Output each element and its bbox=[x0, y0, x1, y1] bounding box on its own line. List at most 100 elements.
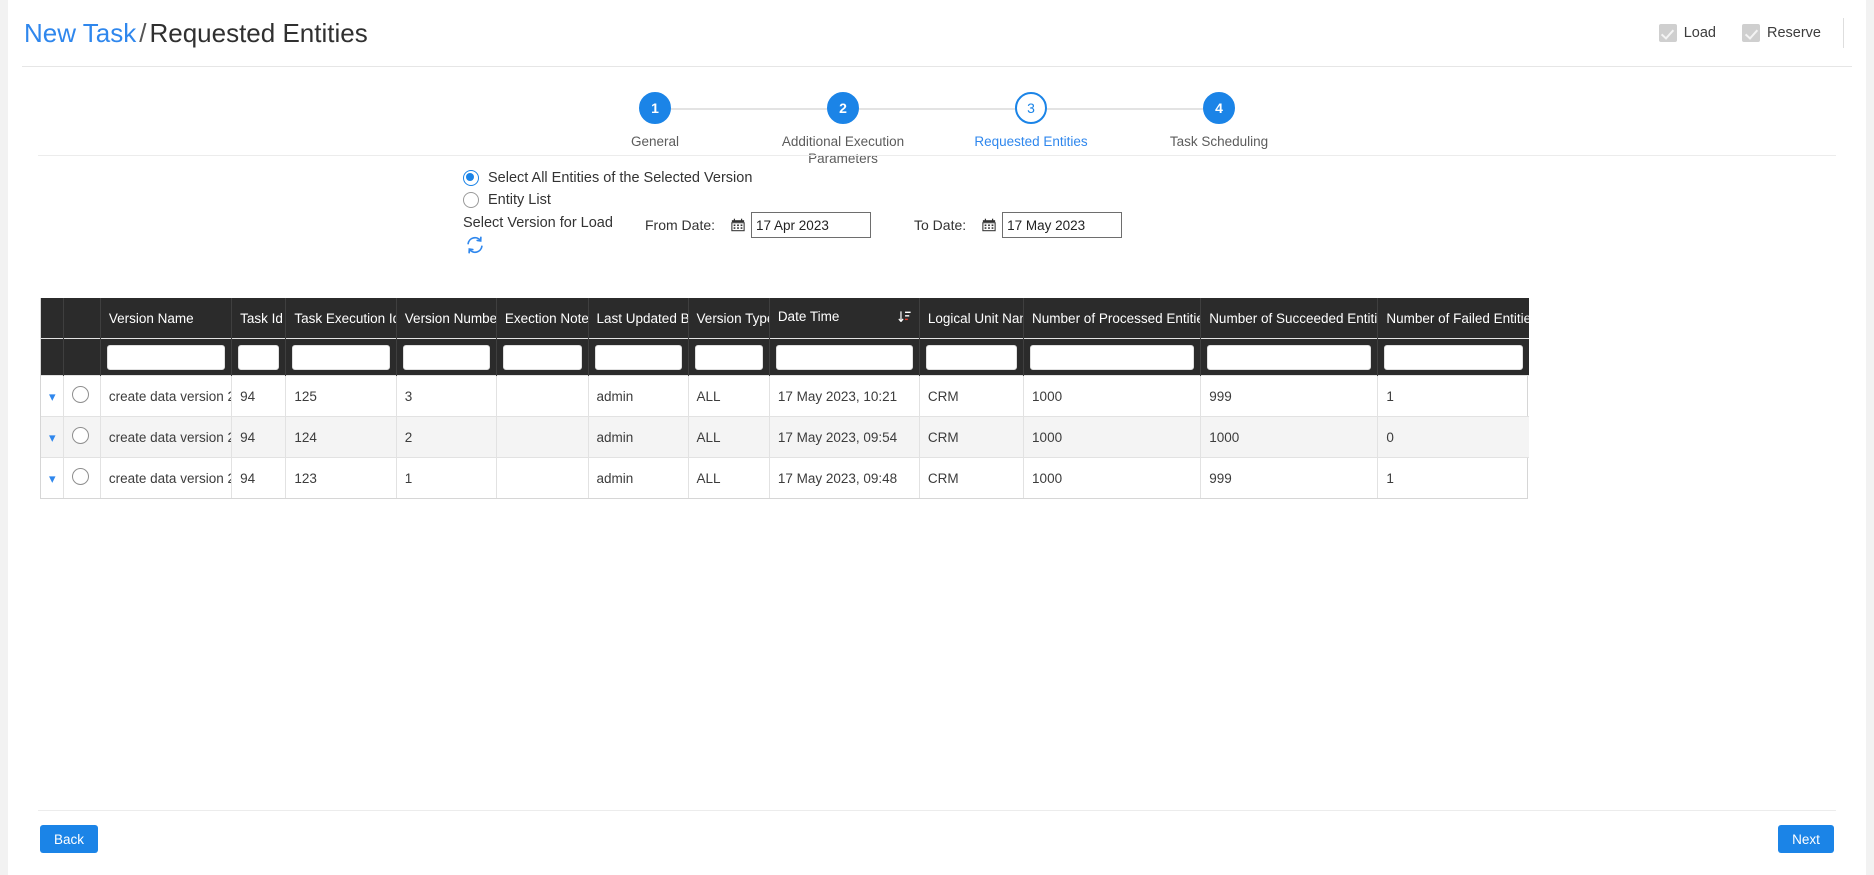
table-row[interactable]: ▾ create data version 2 94 124 2 admin ALL 17 M… bbox=[41, 416, 1529, 458]
filter-cell-exection_note bbox=[496, 338, 589, 376]
footer-rule bbox=[38, 810, 1836, 811]
page-header: New Task / Requested Entities Load Reserve bbox=[8, 0, 1866, 66]
filter-input-version_type[interactable] bbox=[694, 344, 763, 370]
cell-task_id: 94 bbox=[231, 375, 287, 417]
chevron-down-icon[interactable]: ▾ bbox=[49, 431, 56, 444]
column-header-version_number[interactable]: Version Number bbox=[396, 298, 497, 339]
table-row[interactable]: ▾ create data version 2 94 123 1 admin ALL 17 M… bbox=[41, 457, 1529, 498]
select-version-label: Select Version for Load bbox=[463, 215, 613, 231]
cell-processed: 1000 bbox=[1023, 457, 1202, 498]
chevron-down-icon[interactable]: ▾ bbox=[49, 390, 56, 403]
column-header-label: Task Execution Id bbox=[294, 310, 397, 326]
filter-input-logical_unit_name[interactable] bbox=[925, 344, 1018, 370]
breadcrumb-separator: / bbox=[139, 17, 147, 48]
column-header-succeeded[interactable]: Number of Succeeded Entities bbox=[1200, 298, 1379, 339]
filter-input-task_id[interactable] bbox=[238, 344, 280, 370]
column-header-failed[interactable]: Number of Failed Entities bbox=[1377, 298, 1529, 339]
filter-input-date_time[interactable] bbox=[775, 344, 913, 370]
column-header-version_type[interactable]: Version Type bbox=[688, 298, 770, 339]
radio-icon-selected bbox=[463, 170, 479, 186]
cell-version_type: ALL bbox=[688, 457, 770, 498]
calendar-icon[interactable] bbox=[976, 212, 1003, 238]
options-panel: Select All Entities of the Selected Vers… bbox=[0, 168, 1874, 268]
chevron-down-icon[interactable]: ▾ bbox=[49, 472, 56, 485]
cell-failed: 1 bbox=[1377, 375, 1529, 417]
from-date-input[interactable] bbox=[751, 212, 872, 238]
checkbox-checked-icon bbox=[1742, 24, 1760, 42]
stepper-rule bbox=[38, 155, 1836, 156]
step-label: General bbox=[630, 134, 680, 149]
column-header-label: Logical Unit Name bbox=[927, 310, 1023, 326]
cell-version_name: create data version 2 bbox=[100, 457, 233, 498]
filter-input-processed[interactable] bbox=[1030, 344, 1195, 370]
filter-cell-blank bbox=[41, 338, 65, 376]
column-header-last_updated_by[interactable]: Last Updated By bbox=[588, 298, 689, 339]
cell-succeeded: 999 bbox=[1200, 457, 1379, 498]
to-date-input[interactable] bbox=[1002, 212, 1123, 238]
cell-version_number: 3 bbox=[396, 375, 497, 417]
column-header-task_execution_id[interactable]: Task Execution Id bbox=[285, 298, 397, 339]
cell-date_time: 17 May 2023, 10:21 bbox=[769, 375, 920, 417]
checkbox-checked-icon bbox=[1658, 24, 1677, 42]
column-header-expander bbox=[41, 298, 65, 339]
sort-descending-icon[interactable] bbox=[898, 310, 911, 327]
table-body: ▾ create data version 2 94 125 3 admin ALL 17 M… bbox=[41, 338, 1529, 498]
cell-version_number: 1 bbox=[396, 457, 497, 498]
reserve-checkbox[interactable]: Reserve bbox=[1742, 24, 1821, 42]
column-header-date_time[interactable]: Date Time bbox=[769, 298, 920, 339]
step-connector bbox=[843, 108, 1031, 110]
column-header-processed[interactable]: Number of Processed Entities bbox=[1023, 298, 1202, 339]
step-number: 1 bbox=[639, 92, 671, 124]
cell-failed: 0 bbox=[1377, 416, 1529, 458]
column-header-logical_unit_name[interactable]: Logical Unit Name bbox=[919, 298, 1025, 339]
step-number: 3 bbox=[1015, 92, 1047, 124]
column-header-label: Exection Note bbox=[504, 310, 589, 326]
from-date-group: From Date: bbox=[645, 212, 872, 238]
filter-cell-version_number bbox=[396, 338, 497, 376]
cell-version_name: create data version 2 bbox=[100, 416, 233, 458]
cell-exection_note bbox=[496, 457, 589, 498]
from-date-label: From Date: bbox=[645, 217, 716, 233]
filter-cell-succeeded bbox=[1200, 338, 1379, 376]
load-checkbox[interactable]: Load bbox=[1658, 24, 1716, 42]
filter-input-last_updated_by[interactable] bbox=[594, 344, 682, 370]
breadcrumb-link-new-task[interactable]: New Task bbox=[24, 18, 136, 48]
cell-date_time: 17 May 2023, 09:54 bbox=[769, 416, 920, 458]
table-row[interactable]: ▾ create data version 2 94 125 3 admin ALL 17 M… bbox=[41, 375, 1529, 417]
filter-cell-version_name bbox=[100, 338, 233, 376]
column-header-exection_note[interactable]: Exection Note bbox=[496, 298, 589, 339]
column-header-task_id[interactable]: Task Id bbox=[231, 298, 287, 339]
cell-succeeded: 1000 bbox=[1200, 416, 1379, 458]
refresh-icon[interactable] bbox=[464, 234, 486, 256]
filter-input-exection_note[interactable] bbox=[502, 344, 582, 370]
filter-input-failed[interactable] bbox=[1384, 344, 1523, 370]
cell-processed: 1000 bbox=[1023, 416, 1202, 458]
filter-input-version_name[interactable] bbox=[106, 344, 226, 370]
filter-cell-last_updated_by bbox=[588, 338, 689, 376]
filter-input-succeeded[interactable] bbox=[1207, 344, 1372, 370]
filter-input-task_execution_id[interactable] bbox=[292, 344, 390, 370]
column-header-select bbox=[63, 298, 101, 339]
calendar-icon[interactable] bbox=[725, 212, 752, 238]
cell-task_id: 94 bbox=[231, 457, 287, 498]
header-divider bbox=[1843, 18, 1844, 48]
row-radio-unselected[interactable] bbox=[72, 386, 90, 403]
row-expander-cell: ▾ bbox=[41, 375, 65, 417]
column-header-label: Number of Failed Entities bbox=[1386, 310, 1529, 326]
filter-input-version_number[interactable] bbox=[402, 344, 490, 370]
reserve-checkbox-label: Reserve bbox=[1767, 25, 1821, 41]
row-radio-unselected[interactable] bbox=[72, 427, 90, 444]
cell-version_number: 2 bbox=[396, 416, 497, 458]
radio-entity-list-label: Entity List bbox=[488, 192, 551, 208]
cell-last_updated_by: admin bbox=[588, 375, 689, 417]
next-button[interactable]: Next bbox=[1778, 825, 1834, 853]
radio-option-entity-list[interactable]: Entity List bbox=[463, 192, 551, 208]
radio-option-all-entities[interactable]: Select All Entities of the Selected Vers… bbox=[463, 170, 752, 186]
breadcrumb-current: Requested Entities bbox=[149, 17, 368, 48]
row-radio-unselected[interactable] bbox=[72, 468, 90, 485]
cell-succeeded: 999 bbox=[1200, 375, 1379, 417]
cell-last_updated_by: admin bbox=[588, 416, 689, 458]
column-header-version_name[interactable]: Version Name bbox=[100, 298, 233, 339]
cell-task_execution_id: 124 bbox=[285, 416, 397, 458]
back-button[interactable]: Back bbox=[40, 825, 99, 853]
